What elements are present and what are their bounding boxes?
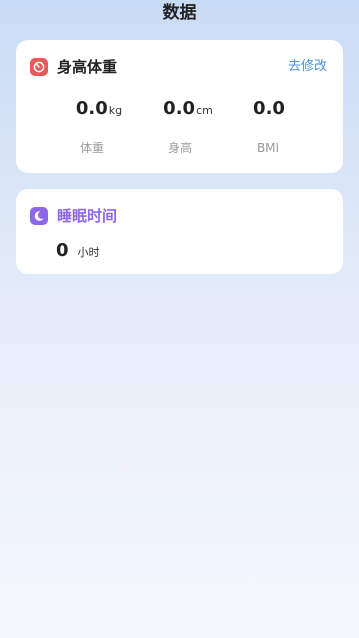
bmi-number: 0.0 (253, 98, 285, 119)
edit-button[interactable]: 去修改 (288, 59, 327, 75)
scale-icon (30, 58, 48, 76)
weight-value: 0.0kg (54, 96, 144, 124)
weight-number: 0.0 (75, 98, 108, 119)
height-value: 0.0cm (143, 96, 233, 124)
sleep-duration: 0 小时 (56, 239, 100, 265)
sleep-card[interactable]: 睡眠时间 0 小时 (16, 189, 343, 274)
sleep-hours-value: 0 (56, 240, 69, 261)
bmi-value: 0.0 (224, 96, 314, 122)
height-weight-title: 身高体重 (57, 58, 118, 76)
height-weight-card[interactable]: 身高体重 去修改 0.0kg 0.0cm 0.0 体重 身高 BMI (16, 40, 343, 173)
weight-unit: kg (108, 104, 123, 117)
height-unit: cm (196, 104, 213, 117)
weight-label: 体重 (79, 141, 104, 155)
moon-icon (30, 207, 48, 225)
sleep-header: 睡眠时间 (30, 206, 117, 226)
bmi-label: BMI (256, 141, 280, 155)
sleep-hours-unit: 小时 (77, 246, 100, 259)
height-weight-header: 身高体重 (30, 57, 117, 77)
sleep-title: 睡眠时间 (57, 207, 118, 225)
height-number: 0.0 (163, 98, 196, 119)
height-label: 身高 (167, 141, 192, 155)
page-title: 数据 (162, 3, 197, 23)
